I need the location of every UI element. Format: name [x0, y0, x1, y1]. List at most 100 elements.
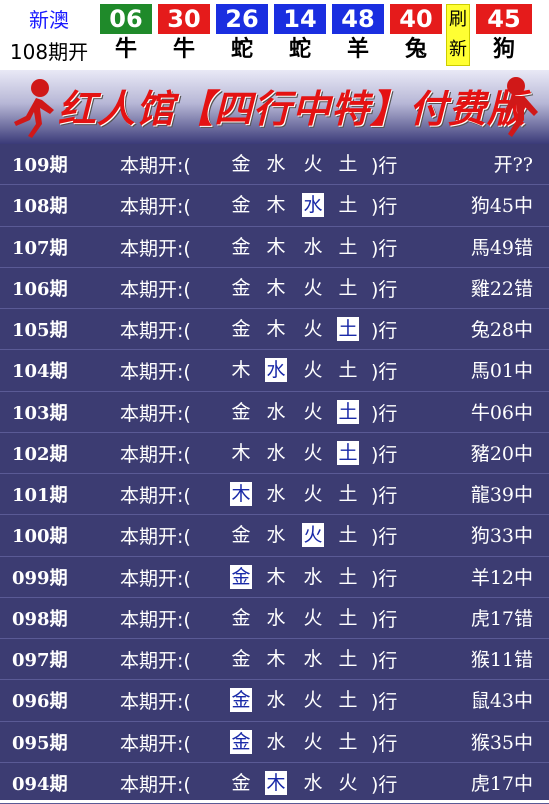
prediction-suffix: )行: [371, 691, 398, 714]
prediction-row: 103期 本期开:(金水火土)行 牛06中: [0, 392, 549, 433]
prediction-suffix: )行: [371, 320, 398, 342]
prediction-suffix: )行: [371, 278, 398, 301]
period-number: 109期: [12, 155, 68, 176]
prediction-prefix: 本期开:(: [120, 361, 191, 384]
element: 火: [303, 606, 323, 629]
prediction-row: 100期 本期开:(金水火土)行 狗33中: [0, 515, 549, 557]
element: 金: [231, 648, 251, 670]
ball-number: 06: [100, 4, 152, 34]
element: 火: [303, 276, 323, 299]
prediction-suffix: )行: [371, 732, 398, 755]
region-label: 新澳: [29, 8, 69, 32]
element: 金: [231, 153, 251, 175]
element: 水: [266, 689, 286, 712]
result-text: 开??: [493, 154, 533, 176]
prediction-row: 094期 本期开:(金木水火)行 虎17中: [0, 763, 549, 804]
ball-number: 14: [274, 4, 326, 34]
element: 火: [303, 400, 323, 423]
refresh-button[interactable]: 刷 新: [446, 4, 470, 66]
prediction-suffix: )行: [371, 443, 398, 466]
prediction-prefix: 本期开:(: [120, 773, 191, 796]
prediction-row: 107期 本期开:(金木水土)行 馬49错: [0, 227, 549, 268]
element: 火: [303, 441, 323, 464]
prediction-row: 101期 本期开:(木水火土)行 龍39中: [0, 474, 549, 516]
element: 土: [338, 606, 358, 629]
element: 土: [338, 689, 358, 712]
prediction-row: 102期 本期开:(木水火土)行 豬20中: [0, 433, 549, 474]
result-text: 龍39中: [470, 484, 533, 506]
prediction-suffix: )行: [371, 526, 398, 549]
ball-number: 26: [216, 4, 268, 34]
period-number: 103期: [12, 402, 68, 424]
prediction-suffix: )行: [371, 196, 398, 219]
element: 火: [303, 359, 323, 382]
element: 金: [231, 194, 251, 217]
prediction-prefix: 本期开:(: [120, 526, 191, 549]
period-label: 108期开: [9, 40, 89, 64]
element: 水: [266, 524, 286, 547]
prediction-suffix: )行: [371, 650, 398, 672]
prediction-suffix: )行: [371, 567, 398, 590]
element: 木: [266, 235, 286, 258]
prediction-suffix: )行: [371, 402, 398, 425]
period-number: 094期: [12, 773, 68, 795]
prediction-row: 097期 本期开:(金木水土)行 猴11错: [0, 639, 549, 681]
element: 水: [266, 730, 286, 753]
element: 水: [266, 483, 286, 505]
result-text: 猴11错: [470, 649, 533, 671]
element: 金: [231, 400, 251, 423]
result-text: 狗45中: [470, 195, 533, 218]
prediction-prefix: 本期开:(: [120, 155, 191, 177]
element: 土: [338, 359, 358, 382]
element: 木: [266, 194, 286, 217]
element-hit: 金: [230, 688, 252, 713]
prediction-prefix: 本期开:(: [120, 320, 191, 342]
prediction-row: 098期 本期开:(金水火土)行 虎17错: [0, 598, 549, 639]
element: 金: [231, 318, 251, 340]
result-text: 羊12中: [470, 566, 533, 589]
element: 水: [303, 648, 323, 670]
period-number: 096期: [12, 691, 68, 713]
ball-6: 40 兔: [390, 4, 442, 66]
ball-zodiac: 蛇: [230, 37, 253, 62]
element: 水: [303, 565, 323, 588]
prediction-prefix: 本期开:(: [120, 732, 191, 755]
result-text: 猴35中: [470, 731, 533, 754]
ball-zodiac: 兔: [404, 37, 427, 62]
ball-4: 14 蛇: [274, 4, 326, 66]
prediction-prefix: 本期开:(: [120, 237, 191, 260]
result-text: 虎17中: [470, 772, 533, 795]
prediction-row: 109期 本期开:(金水火土)行 开??: [0, 144, 549, 186]
element-hit: 土: [337, 399, 359, 424]
banner-title: 红人馆【四行中特】付费版: [58, 86, 527, 131]
element-hit: 土: [337, 440, 359, 465]
prediction-suffix: )行: [371, 773, 398, 796]
element: 火: [303, 689, 323, 712]
ball-special: 45 狗: [476, 4, 532, 66]
element-hit: 水: [265, 358, 287, 383]
refresh-label-top: 刷: [449, 9, 467, 30]
ball-zodiac: 牛: [172, 37, 195, 62]
ball-2: 30 牛: [158, 4, 210, 66]
element: 木: [231, 441, 251, 464]
element: 木: [266, 648, 286, 670]
prediction-prefix: 本期开:(: [120, 650, 191, 672]
period-number: 095期: [12, 732, 68, 754]
element: 火: [303, 730, 323, 753]
prediction-row: 106期 本期开:(金木火土)行 雞22错: [0, 268, 549, 309]
prediction-prefix: 本期开:(: [120, 567, 191, 590]
prediction-suffix: )行: [371, 361, 398, 384]
prediction-prefix: 本期开:(: [120, 485, 191, 507]
prediction-row: 105期 本期开:(金木火土)行 兔28中: [0, 309, 549, 351]
element: 木: [266, 318, 286, 340]
prediction-prefix: 本期开:(: [120, 608, 191, 631]
result-text: 馬49错: [470, 236, 533, 259]
prediction-prefix: 本期开:(: [120, 443, 191, 466]
period-number: 106期: [12, 278, 68, 300]
ball-3: 26 蛇: [216, 4, 268, 66]
element: 土: [338, 153, 358, 175]
red-runner-icon: [504, 77, 538, 137]
element: 水: [266, 606, 286, 629]
result-text: 馬01中: [470, 360, 533, 383]
result-text: 雞22错: [470, 277, 533, 300]
